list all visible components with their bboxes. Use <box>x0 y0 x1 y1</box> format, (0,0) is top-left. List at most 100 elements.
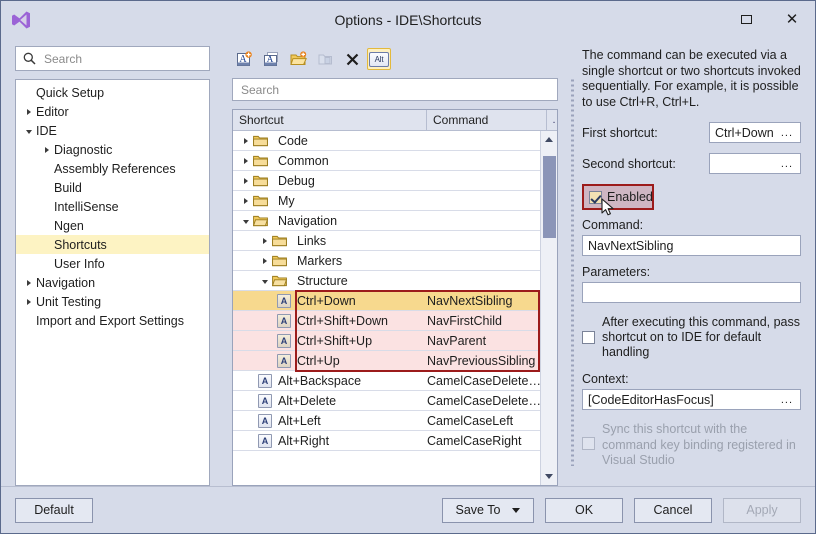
shortcut-list-search-box[interactable] <box>232 78 558 101</box>
sidebar-item-user-info[interactable]: User Info <box>16 254 209 273</box>
default-button[interactable]: Default <box>15 497 93 523</box>
sidebar-item-ngen[interactable]: Ngen <box>16 216 209 235</box>
cell-shortcut-text: Markers <box>297 253 343 268</box>
table-row[interactable]: Links <box>233 231 540 251</box>
table-row[interactable]: AAlt+RightCamelCaseRight. <box>233 431 540 451</box>
save-to-button[interactable]: Save To <box>442 497 534 523</box>
settings-search-box[interactable] <box>15 46 210 71</box>
column-header-extra[interactable]: .. <box>547 110 557 130</box>
table-row[interactable]: Markers <box>233 251 540 271</box>
folder-icon <box>272 255 292 267</box>
chevron-down-icon[interactable] <box>239 218 253 224</box>
scroll-down-button[interactable] <box>540 468 557 485</box>
table-row[interactable]: AAlt+DeleteCamelCaseDeleteRi.... <box>233 391 540 411</box>
edit-shortcut-button[interactable]: A <box>259 48 283 70</box>
shortcut-list-search-input[interactable] <box>239 81 551 98</box>
table-row[interactable]: AAlt+LeftCamelCaseLeft. <box>233 411 540 431</box>
context-field[interactable]: [CodeEditorHasFocus] ... <box>582 389 801 410</box>
table-row[interactable]: My <box>233 191 540 211</box>
enabled-checkbox[interactable] <box>589 190 602 204</box>
sidebar-item-unit-testing[interactable]: Unit Testing <box>16 292 209 311</box>
sidebar-item-shortcuts[interactable]: Shortcuts <box>16 235 209 254</box>
grid-vertical-scrollbar[interactable] <box>540 131 557 485</box>
cancel-button[interactable]: Cancel <box>634 497 712 523</box>
shortcut-key-icon: A <box>277 333 291 348</box>
table-row[interactable]: Structure <box>233 271 540 291</box>
cell-command: NavFirstChild <box>427 313 503 328</box>
title-bar: Options - IDE\Shortcuts ✕ <box>1 1 815 38</box>
column-header-command[interactable]: Command <box>427 110 547 130</box>
settings-tree: Quick Setup Editor IDE Diagnostic Assembly R… <box>15 79 210 486</box>
sidebar-item-diagnostic[interactable]: Diagnostic <box>16 140 209 159</box>
table-row[interactable]: ACtrl+DownNavNextSibling. <box>233 291 540 311</box>
table-row[interactable]: Code <box>233 131 540 151</box>
first-shortcut-browse-button[interactable]: ... <box>776 127 798 139</box>
command-field[interactable]: NavNextSibling <box>582 235 801 256</box>
table-row[interactable]: ACtrl+UpNavPreviousSibling. <box>233 351 540 371</box>
sidebar-item-navigation[interactable]: Navigation <box>16 273 209 292</box>
context-browse-button[interactable]: ... <box>776 394 798 406</box>
scrollbar-track[interactable] <box>541 148 558 468</box>
sidebar-item-assembly-references[interactable]: Assembly References <box>16 159 209 178</box>
cell-shortcut-text: Ctrl+Down <box>297 293 356 308</box>
cell-shortcut-text: Ctrl+Up <box>297 353 340 368</box>
close-button[interactable]: ✕ <box>769 1 815 38</box>
chevron-right-icon[interactable] <box>40 146 54 153</box>
pass-shortcut-checkbox[interactable] <box>582 331 595 344</box>
ok-button[interactable]: OK <box>545 497 623 523</box>
sidebar-item-label: Navigation <box>36 275 96 290</box>
chevron-right-icon[interactable] <box>239 197 253 204</box>
sidebar-item-quick-setup[interactable]: Quick Setup <box>16 83 209 102</box>
chevron-right-icon[interactable] <box>22 298 36 305</box>
chevron-right-icon[interactable] <box>258 237 272 244</box>
parameters-field[interactable] <box>582 282 801 303</box>
sync-shortcut-row: Sync this shortcut with the command key … <box>582 422 801 469</box>
sidebar-item-ide[interactable]: IDE <box>16 121 209 140</box>
table-row[interactable]: AAlt+BackspaceCamelCaseDeleteLeft. <box>233 371 540 391</box>
enabled-checkbox-container[interactable]: Enabled <box>582 184 654 216</box>
chevron-down-icon[interactable] <box>22 128 36 134</box>
settings-search-input[interactable] <box>42 50 209 67</box>
cell-shortcut: A Alt+Right <box>233 433 427 448</box>
shortcut-key-icon: A <box>258 433 272 448</box>
delete-shortcut-button[interactable] <box>340 48 364 70</box>
sidebar-item-editor[interactable]: Editor <box>16 102 209 121</box>
maximize-button[interactable] <box>723 1 769 38</box>
table-row[interactable]: Common <box>233 151 540 171</box>
chevron-right-icon[interactable] <box>22 279 36 286</box>
scroll-up-icon <box>545 137 553 142</box>
copy-shortcut-button[interactable] <box>313 48 337 70</box>
chevron-right-icon[interactable] <box>239 157 253 164</box>
table-row[interactable]: Navigation <box>233 211 540 231</box>
pass-shortcut-label: After executing this command, pass short… <box>602 315 801 359</box>
table-row[interactable]: Debug <box>233 171 540 191</box>
context-value: [CodeEditorHasFocus] <box>588 392 714 407</box>
scroll-up-button[interactable] <box>540 131 557 148</box>
chevron-right-icon[interactable] <box>22 108 36 115</box>
cell-shortcut-text: My <box>278 193 295 208</box>
alt-key-toggle-button[interactable]: Alt <box>367 48 391 70</box>
chevron-right-icon[interactable] <box>239 137 253 144</box>
folder-icon <box>272 235 292 247</box>
second-shortcut-browse-button[interactable]: ... <box>776 158 798 170</box>
chevron-down-icon[interactable] <box>258 278 272 284</box>
sidebar-item-label: Diagnostic <box>54 142 113 157</box>
pass-shortcut-row[interactable]: After executing this command, pass short… <box>582 315 801 360</box>
add-shortcut-button[interactable]: A <box>232 48 256 70</box>
new-folder-button[interactable] <box>286 48 310 70</box>
sidebar-item-build[interactable]: Build <box>16 178 209 197</box>
chevron-right-icon[interactable] <box>239 177 253 184</box>
alt-key-icon: Alt <box>369 51 389 67</box>
sidebar-item-import-and-export-settings[interactable]: Import and Export Settings <box>16 311 209 330</box>
first-shortcut-field[interactable]: Ctrl+Down ... <box>709 122 801 143</box>
column-header-shortcut[interactable]: Shortcut <box>233 110 427 130</box>
second-shortcut-field[interactable]: ... <box>709 153 801 174</box>
apply-button[interactable]: Apply <box>723 497 801 523</box>
chevron-right-icon[interactable] <box>258 257 272 264</box>
scrollbar-thumb[interactable] <box>542 156 556 238</box>
sidebar-item-intellisense[interactable]: IntelliSense <box>16 197 209 216</box>
table-row[interactable]: ACtrl+Shift+DownNavFirstChild. <box>233 311 540 331</box>
cell-shortcut-text: Alt+Right <box>278 433 330 448</box>
table-row[interactable]: ACtrl+Shift+UpNavParent. <box>233 331 540 351</box>
pane-splitter[interactable] <box>568 78 576 466</box>
